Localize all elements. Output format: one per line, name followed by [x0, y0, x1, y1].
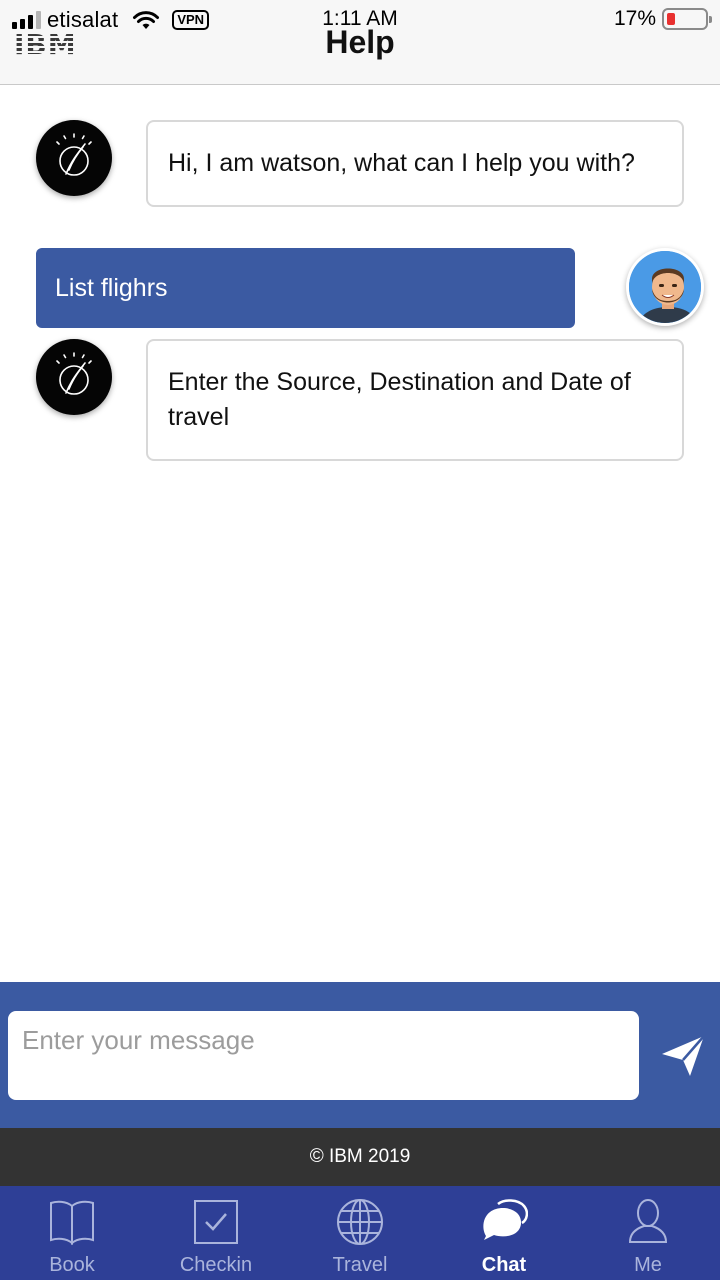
tab-label: Travel: [332, 1254, 388, 1276]
tab-travel[interactable]: Travel: [288, 1186, 432, 1280]
chat-bubbles-icon: [483, 1199, 528, 1240]
bot-message: Hi, I am watson, what can I help you wit…: [146, 120, 684, 207]
chat-thread: Hi, I am watson, what can I help you wit…: [0, 86, 720, 982]
page-title: Help: [325, 24, 395, 60]
send-icon[interactable]: [660, 1034, 706, 1078]
watson-avatar-icon: [36, 120, 112, 196]
message-input[interactable]: [8, 1011, 639, 1100]
top-bar: etisalat VPN 1:11 AM 17% IBM Help: [0, 0, 720, 85]
checkbox-icon: [194, 1200, 238, 1244]
tab-book[interactable]: Book: [0, 1186, 144, 1280]
message-composer: [0, 982, 720, 1128]
tab-chat[interactable]: Chat: [432, 1186, 576, 1280]
copyright-footer: © IBM 2019: [0, 1128, 720, 1186]
user-message: List flighrs: [36, 248, 575, 328]
tab-me[interactable]: Me: [576, 1186, 720, 1280]
globe-icon: [337, 1199, 383, 1245]
user-avatar-icon: [626, 248, 704, 326]
tab-label: Me: [634, 1254, 662, 1276]
tab-bar: Book Checkin Travel Chat Me: [0, 1186, 720, 1280]
bot-message: Enter the Source, Destination and Date o…: [146, 339, 684, 461]
tab-checkin[interactable]: Checkin: [144, 1186, 288, 1280]
book-icon: [50, 1200, 94, 1246]
tab-label: Book: [49, 1254, 95, 1276]
tab-label: Chat: [481, 1254, 527, 1276]
chat-screen: etisalat VPN 1:11 AM 17% IBM Help Hi, I …: [0, 0, 720, 1280]
user-icon: [628, 1199, 668, 1243]
watson-avatar-icon: [36, 339, 112, 415]
tab-label: Checkin: [179, 1254, 253, 1276]
